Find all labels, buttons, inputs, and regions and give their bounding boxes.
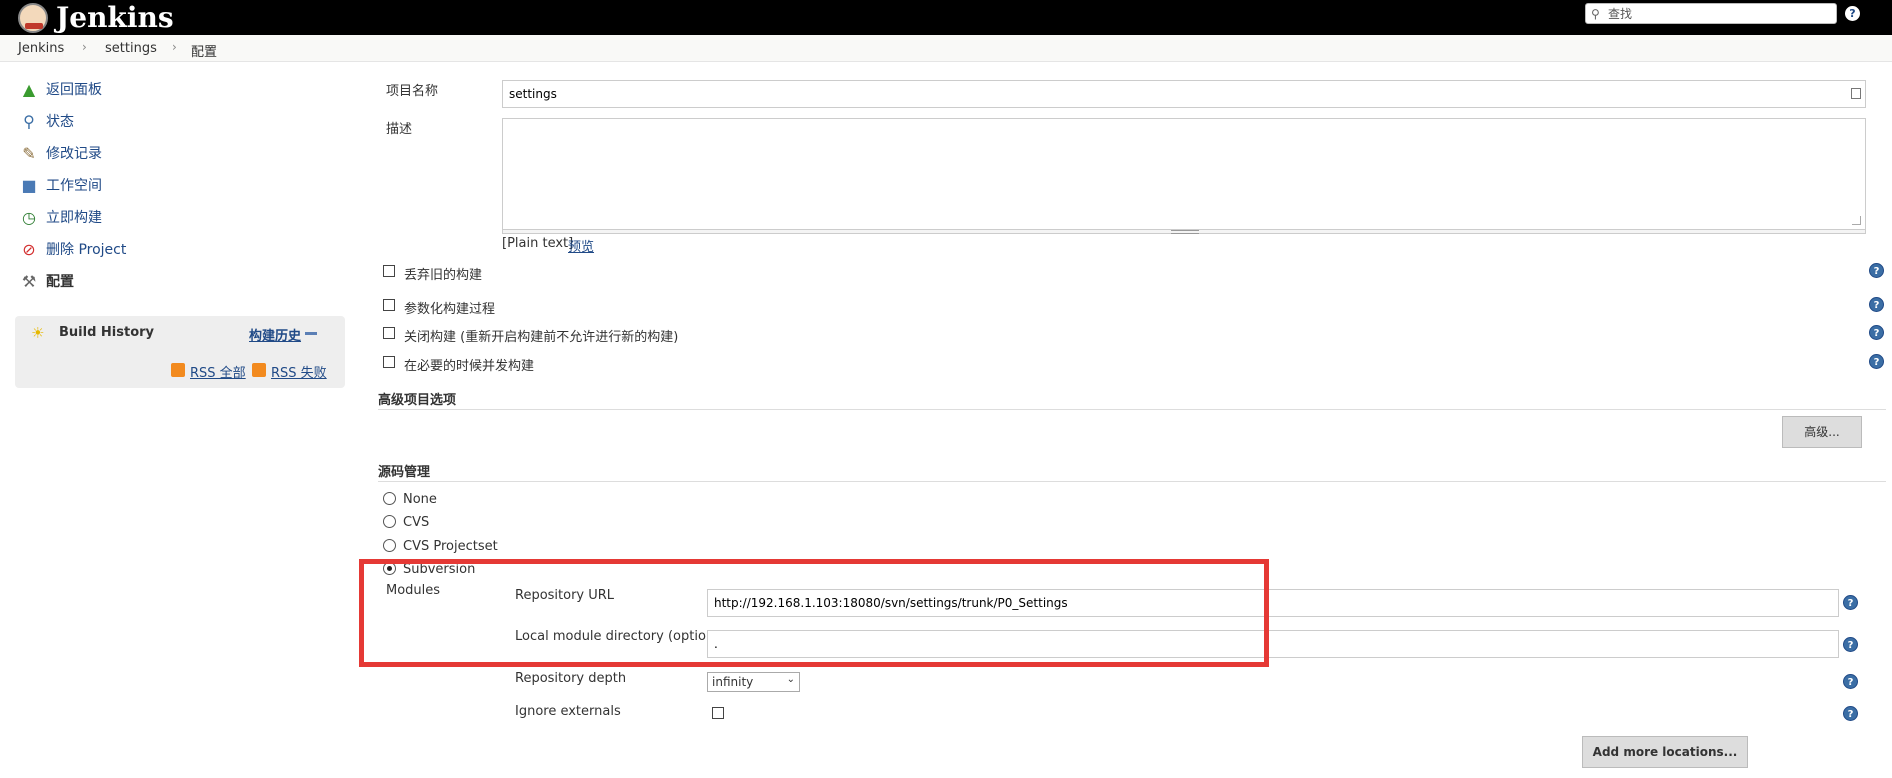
rss-failed-link[interactable]: RSS 失败	[271, 362, 327, 381]
task-back-to-dashboard[interactable]: ▲ 返回面板	[18, 78, 102, 100]
help-icon[interactable]: ?	[1843, 595, 1858, 610]
breadcrumb: Jenkins › settings › 配置	[0, 35, 1892, 62]
resize-handle-icon[interactable]	[1852, 216, 1861, 225]
task-label: 配置	[46, 274, 74, 290]
task-changes[interactable]: ✎ 修改记录	[18, 142, 102, 164]
magnifier-icon: ⚲	[23, 111, 35, 131]
task-label: 工作空间	[46, 178, 102, 194]
parameterized-checkbox[interactable]	[383, 299, 395, 311]
breadcrumb-jenkins[interactable]: Jenkins	[18, 41, 64, 56]
discard-old-builds-label: 丢弃旧的构建	[404, 268, 483, 283]
sun-icon: ☀	[31, 324, 45, 342]
task-label: 返回面板	[46, 82, 102, 98]
scm-cvs-radio[interactable]	[383, 515, 396, 528]
task-workspace[interactable]: ■ 工作空间	[18, 174, 102, 196]
advanced-button[interactable]: 高级...	[1782, 416, 1862, 448]
project-name-field[interactable]: settings	[502, 80, 1866, 108]
help-icon[interactable]: ?	[1843, 674, 1858, 689]
task-delete-project[interactable]: ⊘ 删除 Project	[18, 238, 126, 260]
repository-depth-select[interactable]: infinity ⌄	[707, 672, 800, 692]
textarea-resize-grip[interactable]	[502, 230, 1866, 234]
parameterized-label: 参数化构建过程	[404, 302, 496, 317]
help-icon[interactable]: ?	[1843, 706, 1858, 721]
collapse-icon[interactable]	[305, 332, 317, 335]
section-divider	[378, 409, 1886, 410]
ignore-externals-checkbox[interactable]	[712, 707, 724, 719]
scm-heading: 源码管理	[378, 465, 431, 480]
jenkins-butler-icon	[18, 2, 48, 33]
description-textarea[interactable]	[502, 118, 1866, 230]
task-status[interactable]: ⚲ 状态	[18, 110, 74, 132]
scm-none-label: None	[403, 492, 437, 507]
markup-format-label: [Plain text]	[502, 236, 574, 251]
concurrent-build-checkbox[interactable]	[383, 356, 395, 368]
ignore-externals-label: Ignore externals	[515, 704, 621, 719]
jenkins-logo[interactable]: Jenkins	[18, 0, 174, 35]
section-divider	[378, 481, 1886, 482]
disable-build-label: 关闭构建 (重新开启构建前不允许进行新的构建)	[404, 330, 679, 345]
tools-icon: ⚒	[21, 271, 37, 291]
help-icon[interactable]: ?	[1843, 637, 1858, 652]
task-build-now[interactable]: ◷ 立即构建	[18, 206, 102, 228]
help-icon[interactable]: ?	[1845, 6, 1860, 21]
no-entry-icon: ⊘	[22, 239, 36, 259]
search-icon: ⚲	[1591, 7, 1600, 21]
help-icon[interactable]: ?	[1869, 354, 1884, 369]
breadcrumb-configure[interactable]: 配置	[191, 41, 217, 60]
chevron-down-icon: ⌄	[786, 674, 795, 685]
disable-build-checkbox[interactable]	[383, 327, 395, 339]
task-label: 立即构建	[46, 210, 102, 226]
add-more-locations-button[interactable]: Add more locations...	[1582, 736, 1748, 768]
repository-depth-value: infinity	[712, 675, 754, 689]
search-box[interactable]: ⚲	[1585, 3, 1837, 24]
task-label: 删除 Project	[46, 242, 127, 258]
rss-icon	[171, 363, 185, 377]
scm-cvs-projectset-label: CVS Projectset	[403, 539, 498, 554]
up-arrow-icon: ▲	[22, 79, 36, 99]
field-settings-icon	[1851, 88, 1861, 99]
brand-title: Jenkins	[56, 1, 174, 34]
task-configure[interactable]: ⚒ 配置	[18, 270, 74, 292]
build-history-panel: ☀ Build History 构建历史 RSS 全部 RSS 失败	[15, 316, 345, 388]
notepad-icon: ✎	[22, 143, 36, 163]
chevron-right-icon: ›	[172, 40, 177, 54]
task-label: 修改记录	[46, 146, 102, 162]
scm-cvs-label: CVS	[403, 515, 430, 530]
discard-old-builds-checkbox[interactable]	[383, 265, 395, 277]
rss-icon	[252, 363, 266, 377]
chevron-right-icon: ›	[82, 40, 87, 54]
annotation-highlight-box	[359, 559, 1269, 667]
scm-cvs-projectset-radio[interactable]	[383, 539, 396, 552]
breadcrumb-settings[interactable]: settings	[105, 41, 157, 56]
build-history-title: Build History	[59, 325, 155, 340]
top-bar: Jenkins ⚲ ?	[0, 0, 1892, 35]
project-name-label: 项目名称	[386, 84, 439, 99]
clock-icon: ◷	[22, 207, 36, 227]
repository-depth-label: Repository depth	[515, 671, 627, 686]
help-icon[interactable]: ?	[1869, 297, 1884, 312]
advanced-options-heading: 高级项目选项	[378, 393, 457, 408]
scm-none-radio[interactable]	[383, 492, 396, 505]
description-label: 描述	[386, 122, 413, 137]
folder-icon: ■	[21, 175, 37, 195]
preview-link[interactable]: 预览	[568, 236, 594, 255]
help-icon[interactable]: ?	[1869, 263, 1884, 278]
rss-all-link[interactable]: RSS 全部	[190, 362, 246, 381]
concurrent-build-label: 在必要的时候并发构建	[404, 359, 535, 374]
task-label: 状态	[46, 114, 74, 130]
search-input[interactable]	[1608, 5, 1828, 22]
build-trend-link[interactable]: 构建历史	[249, 325, 301, 344]
help-icon[interactable]: ?	[1869, 325, 1884, 340]
